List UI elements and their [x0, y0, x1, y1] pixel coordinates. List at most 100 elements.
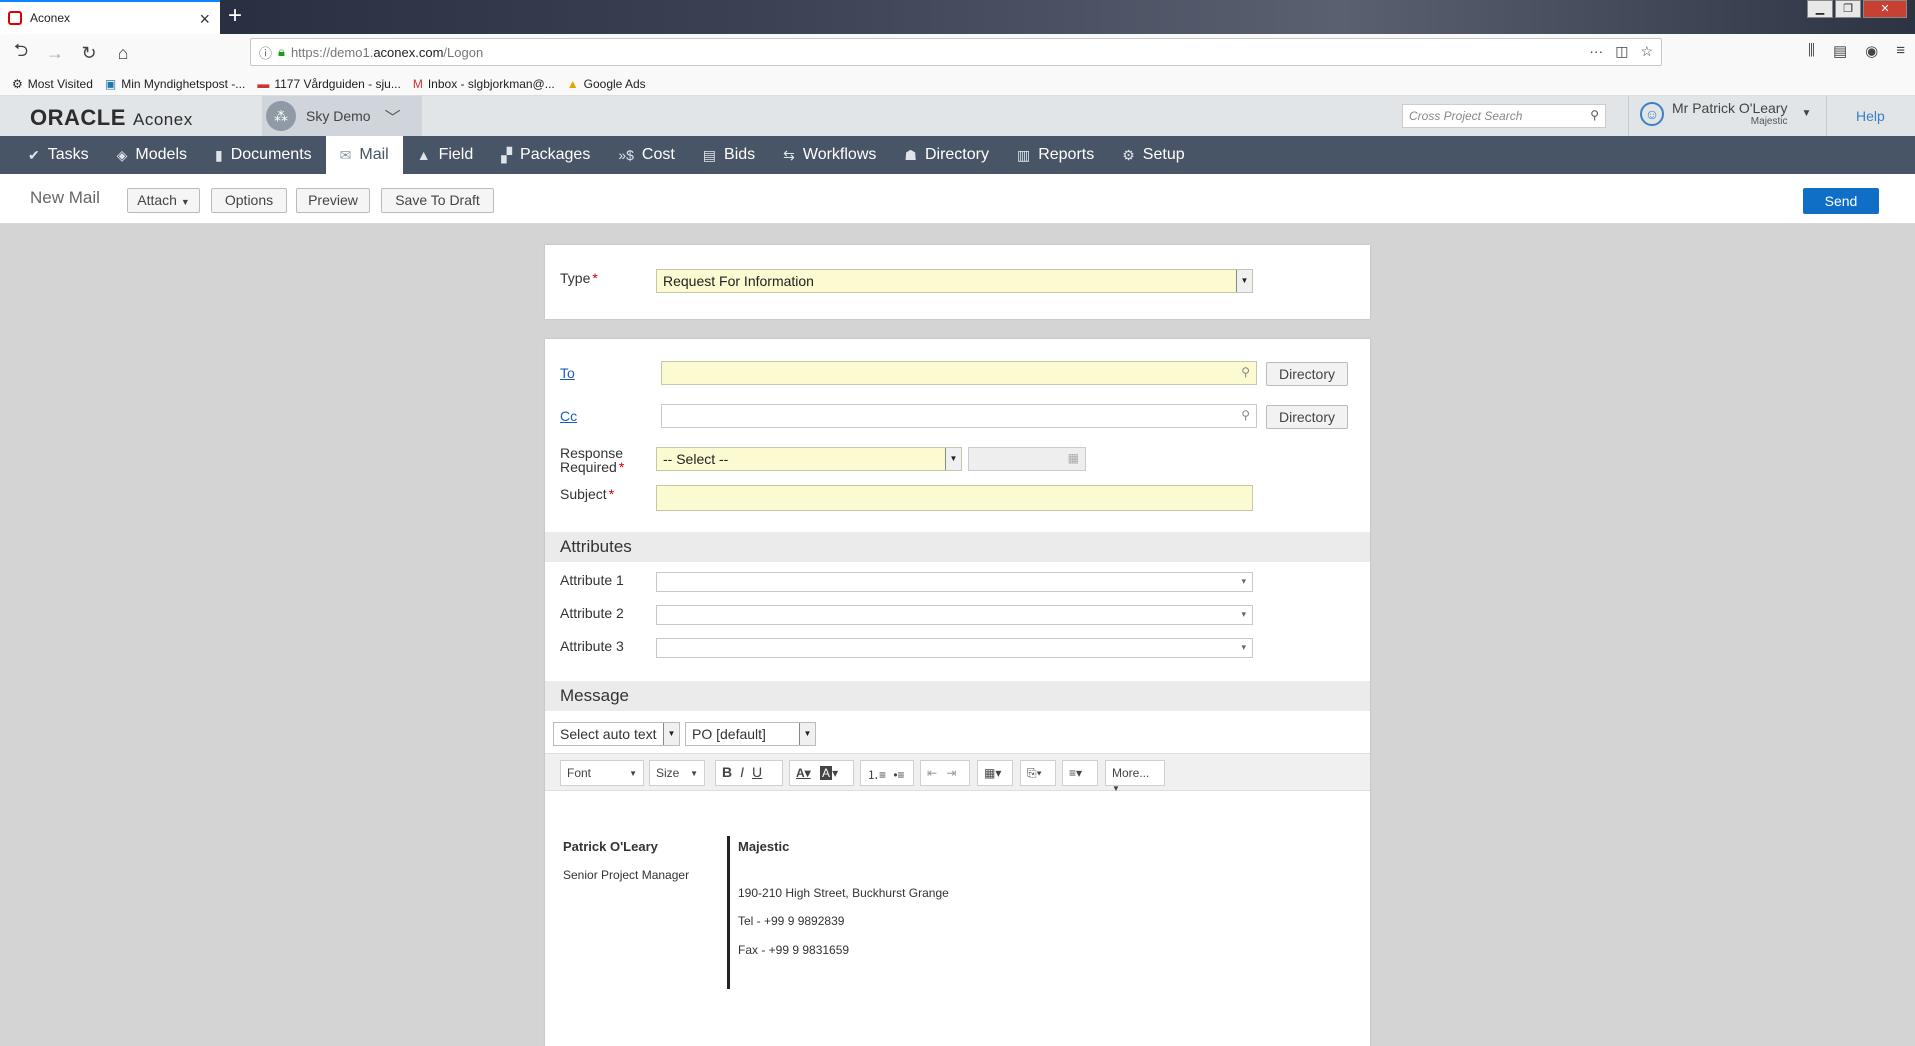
close-tab-icon[interactable]: ×: [199, 9, 210, 30]
aconex-favicon-icon: [8, 11, 22, 25]
home-icon[interactable]: ⌂: [106, 43, 140, 64]
chevron-down-icon: ﹀: [384, 110, 401, 127]
bookmark-star-icon[interactable]: ☆: [1640, 43, 1653, 60]
module-mail[interactable]: ✉ Mail: [325, 136, 403, 174]
response-required-select[interactable]: -- Select -- ▼: [656, 447, 962, 471]
bookmark-most-visited[interactable]: ⚙ Most Visited: [12, 77, 93, 91]
module-workflows[interactable]: ⇆ Workflows: [769, 136, 890, 174]
forward-icon[interactable]: →: [38, 43, 72, 64]
type-card: Type * Request For Information ▼: [545, 245, 1370, 319]
to-directory-button[interactable]: Directory: [1266, 362, 1348, 386]
underline-icon[interactable]: U: [752, 764, 762, 780]
more-button[interactable]: More... ▼: [1105, 760, 1165, 793]
align-icon[interactable]: ≡▾: [1062, 760, 1098, 786]
module-cost[interactable]: »$ Cost: [604, 136, 688, 174]
attribute-2-label: Attribute 2: [560, 605, 624, 621]
chart-icon: ▥: [1016, 146, 1031, 163]
signature-company: Majestic: [738, 839, 790, 854]
page-actions-icon[interactable]: ···: [1589, 43, 1603, 60]
search-icon[interactable]: ⚲: [1590, 108, 1599, 122]
cc-directory-button[interactable]: Directory: [1266, 405, 1348, 429]
outdent-icon[interactable]: ⇤: [927, 766, 937, 780]
back-icon[interactable]: ⮌: [4, 38, 38, 68]
mail-form-card: To ⚲ Directory Cc ⚲ Directory Response Re…: [545, 339, 1370, 1046]
bookmark-google-ads[interactable]: ▲ Google Ads: [567, 77, 646, 91]
dropdown-arrow-icon: ▾: [1241, 576, 1246, 586]
browser-tab[interactable]: Aconex ×: [0, 0, 220, 34]
user-company: Majestic: [1750, 116, 1788, 127]
to-link[interactable]: To: [560, 365, 575, 381]
editor-toolbar: Font ▼ Size ▼ BIU A▾ A ▾ ⒈≡ •≡ ⇤ ⇥ ▦▾ ⎘▾ ≡▾…: [545, 753, 1370, 793]
type-select[interactable]: Request For Information ▼: [656, 269, 1253, 293]
bullet-list-icon[interactable]: •≡: [893, 768, 904, 782]
user-avatar-icon: ☺: [1640, 101, 1664, 126]
response-date-input[interactable]: ▦: [968, 447, 1086, 471]
browser-tab-bar: Aconex × + ▁ ❐ ✕: [0, 0, 1915, 34]
to-input[interactable]: ⚲: [661, 361, 1257, 385]
pocket-icon[interactable]: ◫: [1615, 43, 1628, 60]
reload-icon[interactable]: ↻: [72, 43, 106, 64]
restore-icon[interactable]: ❐: [1835, 0, 1861, 18]
background-color-icon[interactable]: A: [820, 766, 833, 780]
bookmark-myndighetspost[interactable]: ▣ Min Myndighetspost -...: [105, 77, 245, 91]
save-to-draft-button[interactable]: Save To Draft: [381, 188, 494, 213]
list-group: ⒈≡ •≡: [860, 760, 914, 786]
user-menu[interactable]: ☺ Mr Patrick O'Leary Majestic ▼: [1640, 100, 1811, 127]
preview-button[interactable]: Preview: [296, 188, 370, 213]
module-documents[interactable]: ▮ Documents: [201, 136, 326, 174]
font-select[interactable]: Font ▼: [560, 760, 644, 786]
options-button[interactable]: Options: [211, 188, 287, 213]
sidebar-icon[interactable]: ▤: [1833, 42, 1847, 60]
module-setup[interactable]: ⚙ Setup: [1108, 136, 1198, 174]
bookmark-1177[interactable]: ▬ 1177 Vårdguiden - sju...: [257, 77, 401, 91]
numbered-list-icon[interactable]: ⒈≡: [867, 768, 886, 782]
attach-button[interactable]: Attach ▼: [127, 188, 200, 213]
info-icon[interactable]: ⓘ: [259, 43, 272, 62]
module-tasks[interactable]: ✔ Tasks: [0, 136, 103, 174]
size-select[interactable]: Size ▼: [649, 760, 705, 786]
new-tab-icon[interactable]: +: [228, 2, 242, 30]
bold-icon[interactable]: B: [722, 764, 732, 780]
italic-icon[interactable]: I: [740, 764, 744, 780]
send-button[interactable]: Send: [1803, 188, 1879, 214]
indent-icon[interactable]: ⇥: [946, 766, 956, 780]
bookmark-inbox[interactable]: M Inbox - slgbjorkman@...: [413, 77, 555, 91]
mail-icon: ✉: [339, 146, 352, 163]
dropdown-arrow-icon: ▼: [799, 723, 815, 745]
account-icon[interactable]: ◉: [1865, 42, 1878, 60]
minimize-icon[interactable]: ▁: [1807, 0, 1833, 18]
attribute-3-select[interactable]: ▾: [656, 638, 1253, 658]
app-header: ORACLE Aconex ⁂ Sky Demo ﹀ Cross Project…: [0, 96, 1915, 136]
module-reports[interactable]: ▥ Reports: [1003, 136, 1108, 174]
module-packages[interactable]: ▞ Packages: [487, 136, 604, 174]
module-bids[interactable]: ▤ Bids: [689, 136, 769, 174]
cc-link[interactable]: Cc: [560, 408, 577, 424]
cross-project-search-input[interactable]: Cross Project Search ⚲: [1402, 104, 1606, 128]
help-link[interactable]: Help: [1856, 108, 1885, 124]
project-selector[interactable]: ⁂ Sky Demo ﹀: [262, 96, 422, 136]
library-icon[interactable]: ⫼: [1808, 42, 1815, 60]
paste-icon[interactable]: ⎘▾: [1020, 760, 1056, 786]
module-directory[interactable]: ☗ Directory: [890, 136, 1003, 174]
subject-input[interactable]: [656, 485, 1253, 511]
module-models[interactable]: ◈ Models: [103, 136, 201, 174]
dropdown-arrow-icon: ▾: [1241, 642, 1246, 652]
auto-text-select[interactable]: Select auto text ▼: [553, 722, 680, 746]
oracle-aconex-logo[interactable]: ORACLE Aconex: [30, 105, 193, 131]
packages-icon: ▞: [501, 146, 513, 163]
module-field[interactable]: ▲ Field: [403, 136, 488, 174]
attribute-2-select[interactable]: ▾: [656, 605, 1253, 625]
gear-icon: ⚙: [1122, 146, 1135, 163]
address-bar[interactable]: ⓘ 🔒︎ https://demo1. aconex.com/Logon ··· …: [250, 38, 1662, 66]
signature-role: Senior Project Manager: [563, 868, 690, 882]
table-icon[interactable]: ▦▾: [977, 760, 1013, 786]
cc-input[interactable]: ⚲: [661, 404, 1257, 428]
text-color-icon[interactable]: A▾: [796, 766, 811, 780]
attribute-1-select[interactable]: ▾: [656, 572, 1253, 592]
caret-down-icon: ▼: [1801, 108, 1812, 119]
po-select[interactable]: PO [default] ▼: [685, 722, 816, 746]
indent-group: ⇤ ⇥: [920, 760, 970, 786]
menu-icon[interactable]: ≡: [1896, 42, 1905, 60]
calendar-icon[interactable]: ▦: [1068, 451, 1079, 465]
window-close-icon[interactable]: ✕: [1863, 0, 1907, 18]
